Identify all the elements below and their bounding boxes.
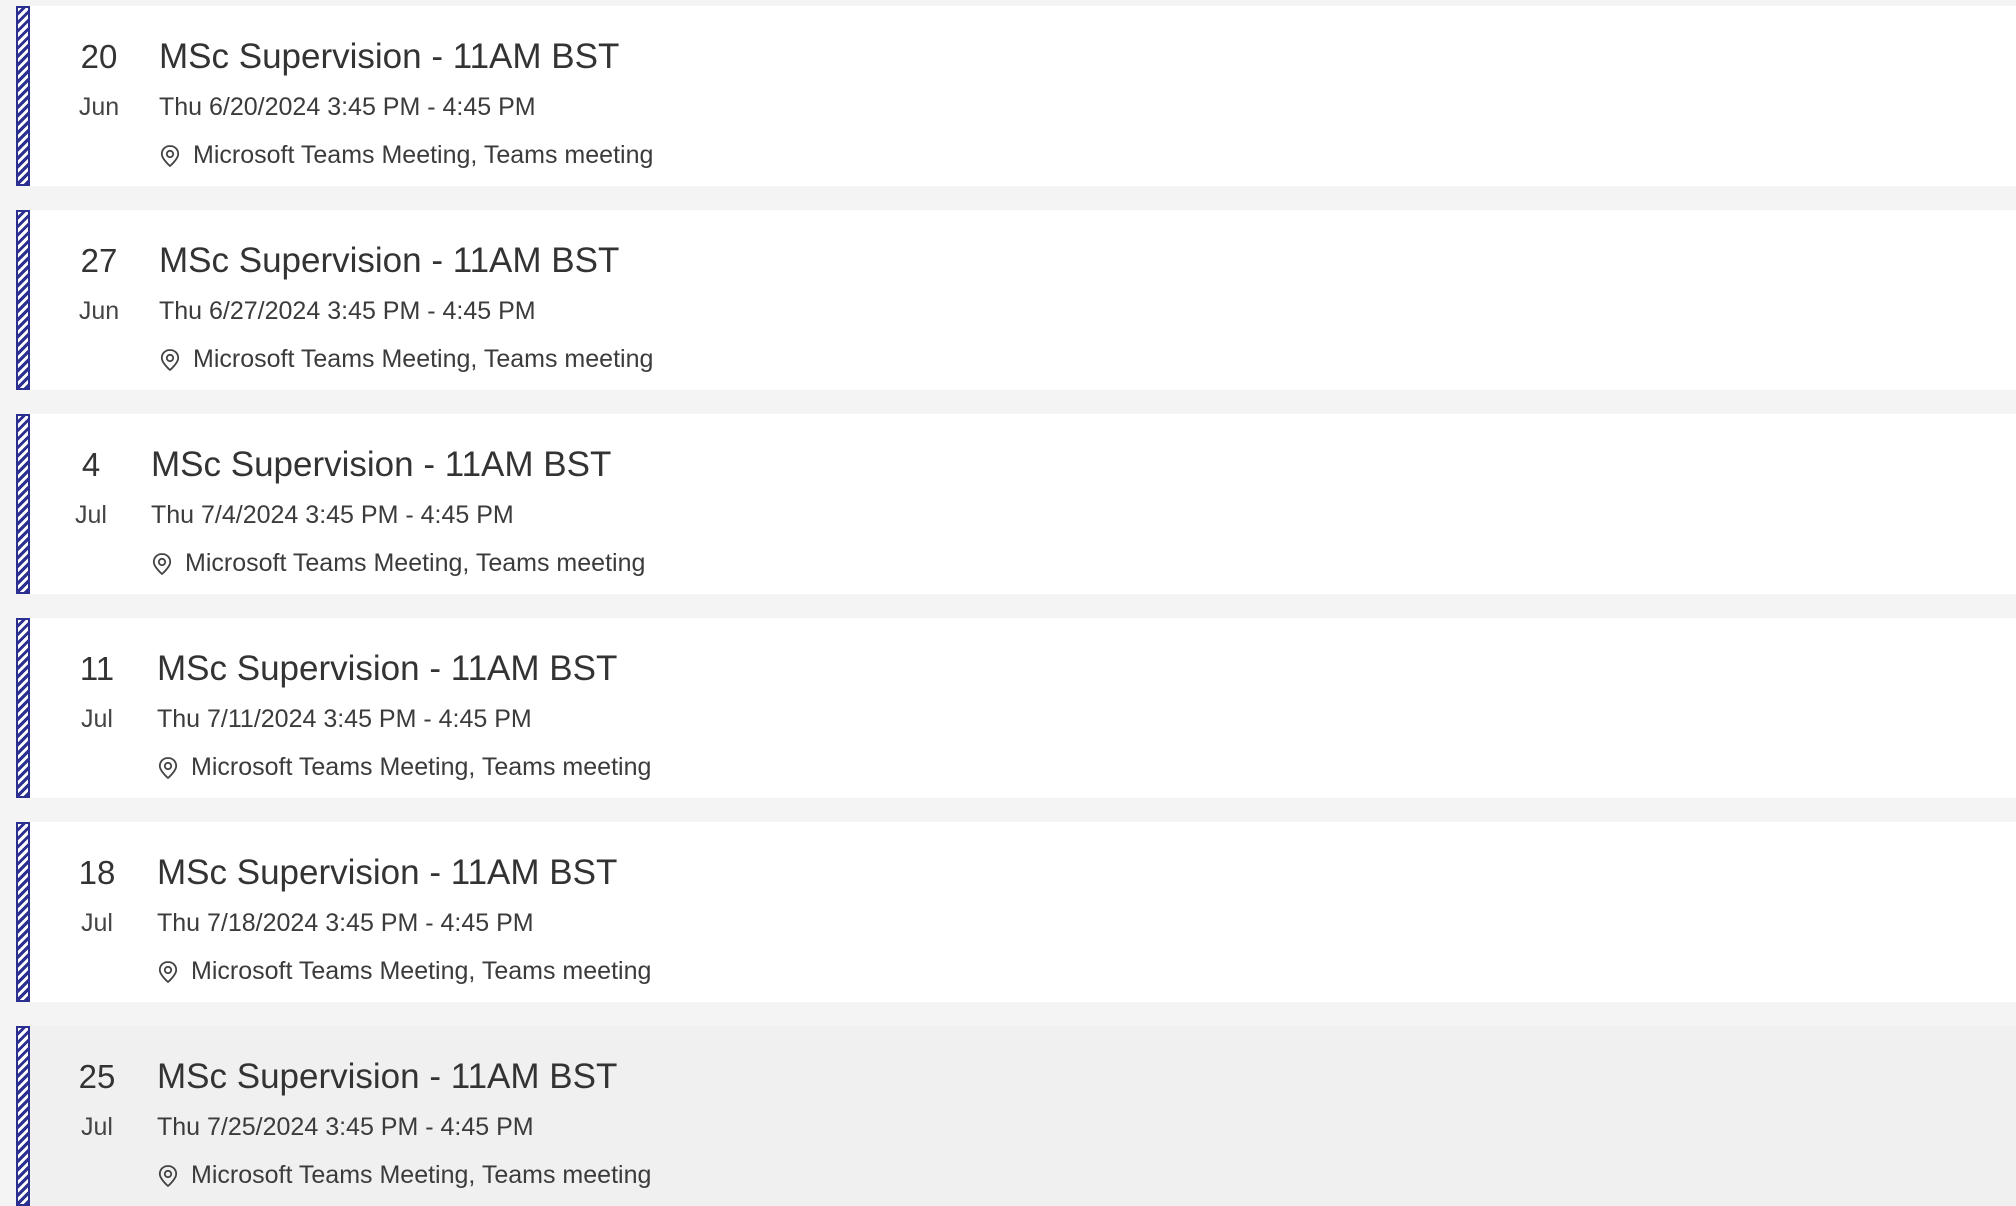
event-date: 11 Jul (58, 640, 136, 740)
event-location-label: Microsoft Teams Meeting, Teams meeting (193, 345, 654, 373)
location-pin-icon (160, 145, 180, 168)
event-date: 20 Jun (60, 28, 138, 128)
event-location: Microsoft Teams Meeting, Teams meeting (157, 1154, 2016, 1196)
event-location-label: Microsoft Teams Meeting, Teams meeting (191, 957, 652, 985)
event-day: 25 (78, 1058, 116, 1095)
event-month: Jul (81, 705, 113, 733)
location-pin-icon (158, 961, 178, 984)
event-location-label: Microsoft Teams Meeting, Teams meeting (185, 549, 646, 577)
event-list: 20 Jun MSc Supervision - 11AM BST Thu 6/… (0, 0, 2016, 1206)
event-datetime: Thu 7/11/2024 3:45 PM - 4:45 PM (157, 705, 532, 733)
event-item[interactable]: 20 Jun MSc Supervision - 11AM BST Thu 6/… (16, 6, 2016, 186)
event-category-stripe (16, 210, 30, 390)
event-location: Microsoft Teams Meeting, Teams meeting (157, 950, 2016, 992)
event-location: Microsoft Teams Meeting, Teams meeting (159, 338, 2016, 380)
event-details: MSc Supervision - 11AM BST Thu 6/20/2024… (159, 28, 2016, 176)
event-title: MSc Supervision - 11AM BST (159, 241, 620, 280)
event-day: 4 (81, 446, 101, 483)
event-item[interactable]: 4 Jul MSc Supervision - 11AM BST Thu 7/4… (16, 414, 2016, 594)
event-day: 20 (80, 38, 118, 75)
event-category-stripe (16, 6, 30, 186)
event-location: Microsoft Teams Meeting, Teams meeting (151, 542, 2016, 584)
event-title: MSc Supervision - 11AM BST (159, 37, 620, 76)
event-datetime: Thu 7/4/2024 3:45 PM - 4:45 PM (151, 501, 514, 529)
event-details: MSc Supervision - 11AM BST Thu 7/4/2024 … (151, 436, 2016, 584)
event-item[interactable]: 27 Jun MSc Supervision - 11AM BST Thu 6/… (16, 210, 2016, 390)
event-month: Jul (75, 501, 107, 529)
event-location-label: Microsoft Teams Meeting, Teams meeting (191, 1161, 652, 1189)
event-category-stripe (16, 1026, 30, 1206)
event-details: MSc Supervision - 11AM BST Thu 7/18/2024… (157, 844, 2016, 992)
event-datetime: Thu 6/20/2024 3:45 PM - 4:45 PM (159, 93, 536, 121)
event-month: Jun (78, 297, 120, 325)
event-datetime: Thu 7/18/2024 3:45 PM - 4:45 PM (157, 909, 534, 937)
event-datetime: Thu 7/25/2024 3:45 PM - 4:45 PM (157, 1113, 534, 1141)
event-location-label: Microsoft Teams Meeting, Teams meeting (191, 753, 652, 781)
event-title: MSc Supervision - 11AM BST (151, 445, 612, 484)
location-pin-icon (160, 349, 180, 372)
event-category-stripe (16, 822, 30, 1002)
event-day: 11 (79, 650, 115, 687)
event-day: 18 (78, 854, 116, 891)
event-item[interactable]: 18 Jul MSc Supervision - 11AM BST Thu 7/… (16, 822, 2016, 1002)
event-title: MSc Supervision - 11AM BST (157, 853, 618, 892)
event-details: MSc Supervision - 11AM BST Thu 7/25/2024… (157, 1048, 2016, 1196)
event-date: 4 Jul (52, 436, 130, 536)
event-title: MSc Supervision - 11AM BST (157, 1057, 618, 1096)
event-title: MSc Supervision - 11AM BST (157, 649, 618, 688)
event-month: Jul (81, 909, 113, 937)
event-month: Jun (78, 93, 120, 121)
event-category-stripe (16, 414, 30, 594)
event-date: 25 Jul (58, 1048, 136, 1148)
event-category-stripe (16, 618, 30, 798)
event-date: 18 Jul (58, 844, 136, 944)
event-day: 27 (80, 242, 118, 279)
event-datetime: Thu 6/27/2024 3:45 PM - 4:45 PM (159, 297, 536, 325)
event-item[interactable]: 11 Jul MSc Supervision - 11AM BST Thu 7/… (16, 618, 2016, 798)
event-details: MSc Supervision - 11AM BST Thu 6/27/2024… (159, 232, 2016, 380)
location-pin-icon (152, 553, 172, 576)
event-location: Microsoft Teams Meeting, Teams meeting (157, 746, 2016, 788)
location-pin-icon (158, 757, 178, 780)
event-date: 27 Jun (60, 232, 138, 332)
event-location-label: Microsoft Teams Meeting, Teams meeting (193, 141, 654, 169)
event-item-selected[interactable]: 25 Jul MSc Supervision - 11AM BST Thu 7/… (16, 1026, 2016, 1206)
event-month: Jul (81, 1113, 113, 1141)
location-pin-icon (158, 1165, 178, 1188)
event-details: MSc Supervision - 11AM BST Thu 7/11/2024… (157, 640, 2016, 788)
event-location: Microsoft Teams Meeting, Teams meeting (159, 134, 2016, 176)
